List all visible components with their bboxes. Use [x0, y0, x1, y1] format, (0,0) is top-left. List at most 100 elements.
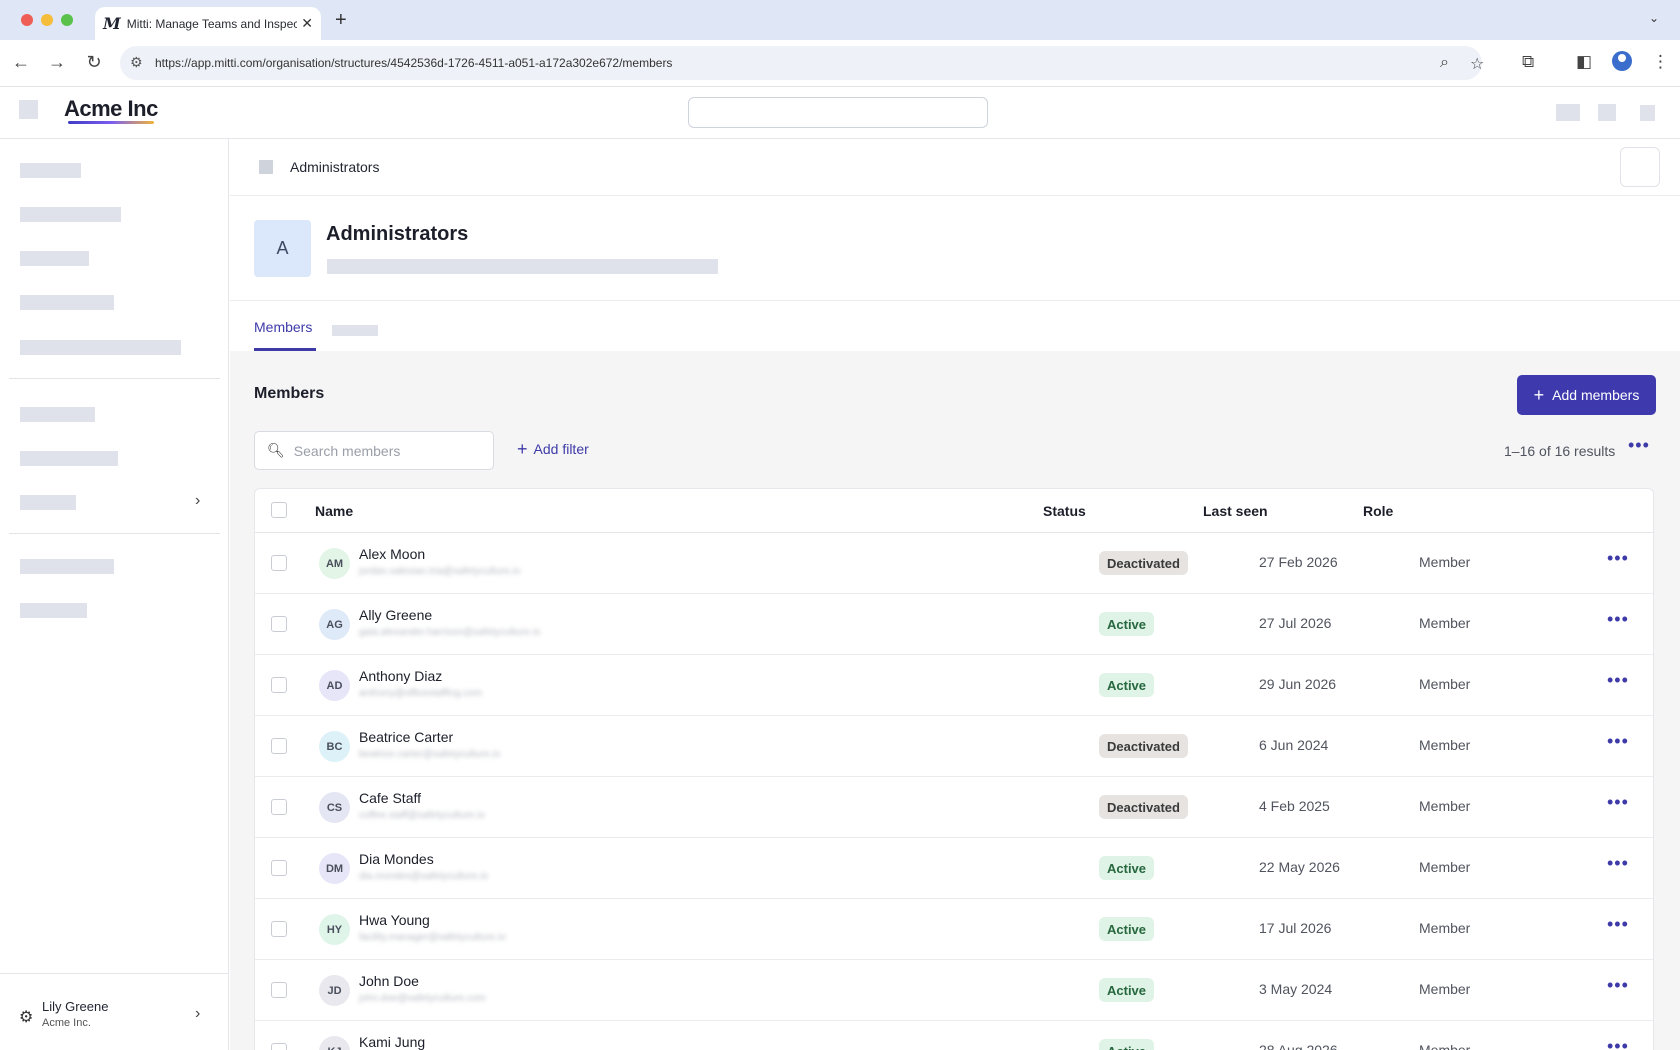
- tab-members[interactable]: Members: [254, 319, 312, 335]
- table-row[interactable]: JD John Doe john.doe@safetyculture.com Acti…: [255, 960, 1653, 1021]
- row-checkbox[interactable]: [271, 616, 287, 632]
- member-name[interactable]: Kami Jung: [359, 1034, 425, 1050]
- column-name[interactable]: Name: [315, 503, 353, 519]
- search-members-input[interactable]: [293, 442, 481, 459]
- site-settings-icon[interactable]: ⚙: [130, 54, 143, 71]
- sidebar-item-3[interactable]: [20, 251, 89, 266]
- avatar: JD: [319, 975, 350, 1006]
- row-checkbox[interactable]: [271, 1043, 287, 1050]
- table-row[interactable]: KJKami Jungkami.jung@safetyculture.ioAct…: [255, 1021, 1653, 1050]
- help-icon[interactable]: [1598, 104, 1616, 121]
- tab-secondary[interactable]: [332, 325, 378, 336]
- column-role[interactable]: Role: [1363, 503, 1393, 519]
- group-avatar: A: [254, 220, 311, 277]
- new-tab-icon[interactable]: +: [335, 9, 347, 32]
- extensions-icon[interactable]: ⧉: [1522, 52, 1534, 72]
- row-more-options-icon[interactable]: •••: [1607, 914, 1629, 935]
- member-name[interactable]: Cafe Staff: [359, 790, 421, 806]
- sidebar-item-2[interactable]: [20, 207, 121, 222]
- address-bar[interactable]: ⚙ https://app.mitti.com/organisation/str…: [120, 46, 1484, 80]
- row-checkbox[interactable]: [271, 799, 287, 815]
- row-more-options-icon[interactable]: •••: [1607, 853, 1629, 874]
- column-status[interactable]: Status: [1043, 503, 1086, 519]
- reload-icon[interactable]: ↻: [83, 52, 105, 73]
- row-checkbox[interactable]: [271, 982, 287, 998]
- forward-arrow-icon[interactable]: →: [46, 52, 68, 73]
- member-name[interactable]: Hwa Young: [359, 912, 430, 928]
- member-role: Member: [1419, 920, 1471, 936]
- table-row[interactable]: AG Ally Greene gaia.alexander.harrison@saf…: [255, 594, 1653, 655]
- row-checkbox[interactable]: [271, 677, 287, 693]
- member-name[interactable]: Beatrice Carter: [359, 729, 453, 745]
- section-title: Members: [254, 385, 325, 402]
- bookmark-star-icon[interactable]: ☆: [1470, 54, 1484, 74]
- member-name[interactable]: Ally Greene: [359, 607, 432, 623]
- table-row[interactable]: CS Cafe Staff coffee.staff@safetyculture.i…: [255, 777, 1653, 838]
- table-row[interactable]: HY Hwa Young facility.manager@safetycultur…: [255, 899, 1653, 960]
- chevron-down-icon[interactable]: ⌄: [1642, 6, 1666, 30]
- notifications-icon[interactable]: [1556, 104, 1580, 121]
- breadcrumb: Administrators: [230, 139, 1680, 196]
- row-more-options-icon[interactable]: •••: [1607, 975, 1629, 996]
- back-arrow-icon[interactable]: ←: [10, 52, 32, 73]
- member-role: Member: [1419, 737, 1471, 753]
- zoom-icon[interactable]: ⌕: [1440, 54, 1449, 72]
- maximize-window-button[interactable]: [61, 14, 73, 26]
- avatar: AM: [319, 548, 350, 579]
- table-row[interactable]: AM Alex Moon jordan.salesian.tria@safetycu…: [255, 533, 1653, 594]
- sidebar-item-9[interactable]: [20, 559, 114, 574]
- apps-icon[interactable]: [1640, 105, 1655, 121]
- row-checkbox[interactable]: [271, 921, 287, 937]
- group-icon: [259, 160, 273, 174]
- group-options-button[interactable]: [1620, 147, 1660, 187]
- plus-icon: +: [517, 439, 528, 459]
- member-name[interactable]: Alex Moon: [359, 546, 425, 562]
- table-row[interactable]: DM Dia Mondes dia.mondes@safetyculture.io A…: [255, 838, 1653, 899]
- sidebar-item-10[interactable]: [20, 603, 87, 618]
- row-more-options-icon[interactable]: •••: [1607, 609, 1629, 630]
- sidebar-item-1[interactable]: [20, 163, 81, 178]
- browser-tab-bar: M Mitti: Manage Teams and Inspect... ✕ +…: [0, 0, 1680, 40]
- add-filter-button[interactable]: + Add filter: [517, 439, 589, 459]
- last-seen: 17 Jul 2026: [1259, 920, 1332, 936]
- menu-icon[interactable]: [19, 100, 38, 119]
- page-title: Administrators: [326, 223, 469, 245]
- column-last-seen[interactable]: Last seen: [1203, 503, 1268, 519]
- member-name[interactable]: Dia Mondes: [359, 851, 434, 867]
- table-row[interactable]: AD Anthony Diaz anthony@officestaffing.com…: [255, 655, 1653, 716]
- profile-avatar-icon[interactable]: [1612, 51, 1632, 71]
- row-more-options-icon[interactable]: •••: [1607, 1036, 1629, 1050]
- browser-menu-icon[interactable]: ⋮: [1652, 52, 1669, 72]
- member-email: anthony@officestaffing.com: [359, 688, 483, 699]
- select-all-checkbox[interactable]: [271, 502, 287, 518]
- global-search-input[interactable]: [688, 97, 988, 128]
- user-account-menu[interactable]: ⚙ Lily Greene Acme Inc. ›: [0, 973, 229, 1050]
- side-panel-icon[interactable]: ◧: [1576, 52, 1592, 72]
- row-checkbox[interactable]: [271, 555, 287, 571]
- sidebar-item-6[interactable]: [20, 407, 95, 422]
- member-name[interactable]: John Doe: [359, 973, 419, 989]
- tab-title: Mitti: Manage Teams and Inspect...: [126, 16, 298, 31]
- chevron-right-icon[interactable]: ›: [195, 492, 200, 510]
- browser-tab[interactable]: M Mitti: Manage Teams and Inspect... ✕: [95, 7, 321, 40]
- row-checkbox[interactable]: [271, 738, 287, 754]
- minimize-window-button[interactable]: [41, 14, 53, 26]
- member-name[interactable]: Anthony Diaz: [359, 668, 442, 684]
- close-window-button[interactable]: [21, 14, 33, 26]
- member-role: Member: [1419, 981, 1471, 997]
- row-more-options-icon[interactable]: •••: [1607, 548, 1629, 569]
- add-members-button[interactable]: + Add members: [1517, 375, 1656, 415]
- more-options-icon[interactable]: •••: [1628, 435, 1650, 456]
- add-filter-label: Add filter: [533, 441, 589, 457]
- row-more-options-icon[interactable]: •••: [1607, 792, 1629, 813]
- row-more-options-icon[interactable]: •••: [1607, 670, 1629, 691]
- avatar: CS: [319, 792, 350, 823]
- close-tab-icon[interactable]: ✕: [301, 15, 313, 32]
- sidebar-item-7[interactable]: [20, 451, 118, 466]
- row-checkbox[interactable]: [271, 860, 287, 876]
- sidebar-item-8[interactable]: [20, 495, 76, 510]
- row-more-options-icon[interactable]: •••: [1607, 731, 1629, 752]
- sidebar-item-5[interactable]: [20, 340, 181, 355]
- sidebar-item-4[interactable]: [20, 295, 114, 310]
- table-row[interactable]: BC Beatrice Carter beatrice.carter@safetyc…: [255, 716, 1653, 777]
